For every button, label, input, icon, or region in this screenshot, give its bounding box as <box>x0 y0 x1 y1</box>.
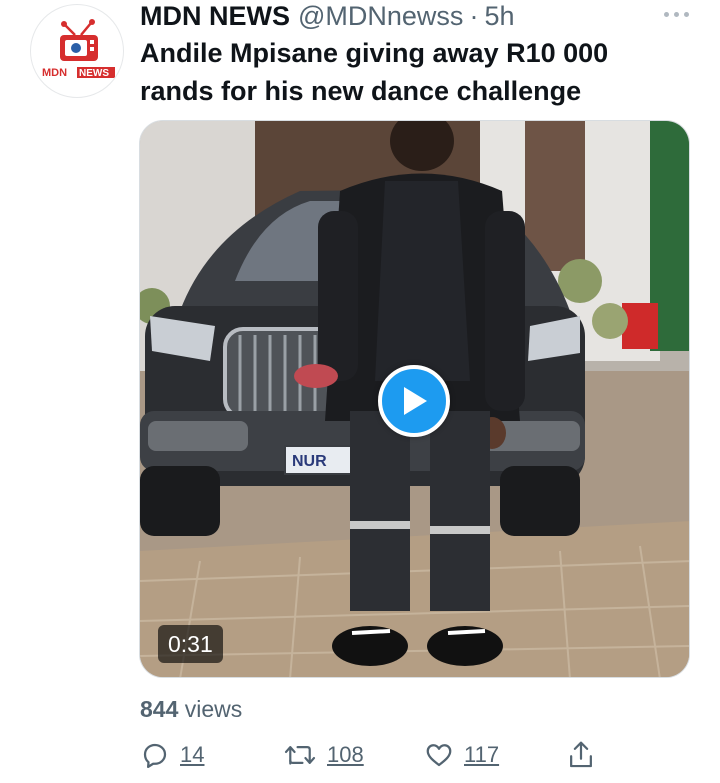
video-duration: 0:31 <box>158 625 223 663</box>
heart-icon <box>426 744 452 767</box>
reply-icon <box>143 743 167 768</box>
svg-text:MDN: MDN <box>42 67 67 79</box>
retweet-button[interactable]: 108 <box>283 735 364 775</box>
separator-dot: · <box>469 1 479 31</box>
views-number: 844 <box>140 696 179 722</box>
reply-button[interactable]: 14 <box>140 735 204 775</box>
svg-text:NEWS: NEWS <box>79 68 109 79</box>
timestamp[interactable]: 5h <box>484 0 514 32</box>
more-options-icon[interactable] <box>656 0 696 28</box>
like-count[interactable]: 117 <box>464 742 499 768</box>
author-name[interactable]: MDN NEWS <box>140 0 290 32</box>
license-plate: NUR <box>292 453 327 470</box>
play-button[interactable] <box>378 365 450 437</box>
retweet-icon <box>284 746 316 765</box>
share-button[interactable] <box>566 735 596 775</box>
tweet-header: MDN NEWS @MDNnewss · 5h <box>140 0 514 32</box>
share-icon <box>570 741 592 768</box>
author-handle[interactable]: @MDNnewss <box>298 0 463 32</box>
like-button[interactable]: 117 <box>424 735 499 775</box>
video-player[interactable]: NUR 0:31 <box>139 120 690 678</box>
tweet-text: Andile Mpisane giving away R10 000 rands… <box>140 38 609 106</box>
view-count: 844 views <box>140 694 242 724</box>
avatar[interactable]: MDN NEWS <box>30 4 124 98</box>
play-icon <box>404 387 427 415</box>
mdn-news-logo: MDN NEWS <box>42 19 115 79</box>
retweet-count[interactable]: 108 <box>327 742 364 768</box>
action-bar: 14 108 117 <box>0 735 720 775</box>
tweet[interactable]: MDN NEWS MDN NEWS @MDNnewss · 5h Andile … <box>0 0 720 783</box>
views-label: views <box>178 696 243 722</box>
reply-count[interactable]: 14 <box>180 742 204 768</box>
